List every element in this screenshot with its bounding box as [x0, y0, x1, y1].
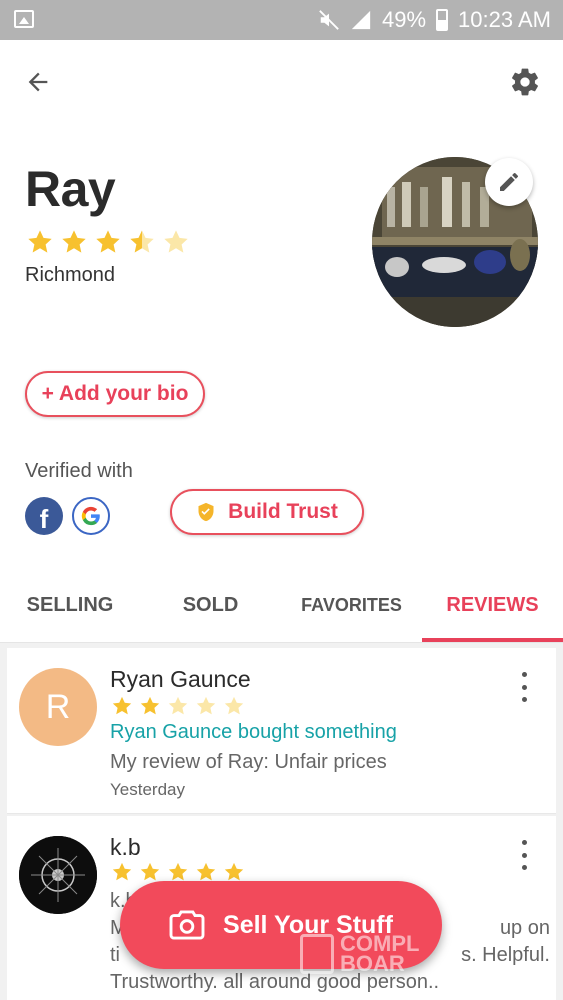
image-notification-icon [14, 10, 34, 28]
build-trust-label: Build Trust [228, 500, 338, 523]
review-menu-button[interactable] [512, 672, 536, 702]
profile-name: Ray [25, 161, 116, 217]
build-trust-button[interactable]: Build Trust [170, 489, 364, 535]
reviewer-avatar[interactable]: R [19, 668, 97, 746]
watermark-line: BOAR [340, 951, 405, 976]
review-date: Yesterday [110, 780, 185, 799]
watermark-logo-icon [300, 934, 334, 974]
tab-sold[interactable]: SOLD [140, 567, 281, 643]
mute-icon [319, 10, 339, 30]
status-bar: 49% 10:23 AM [0, 0, 563, 40]
star-full-icon [196, 862, 216, 881]
settings-button[interactable] [505, 62, 545, 102]
battery-icon [436, 9, 449, 31]
star-empty-icon [224, 696, 244, 715]
add-bio-button[interactable]: + Add your bio [25, 371, 205, 417]
more-vert-icon [521, 672, 527, 677]
tab-selected-indicator [422, 638, 563, 642]
star-full-icon [140, 862, 160, 881]
verified-label: Verified with [25, 460, 133, 482]
google-icon [72, 497, 110, 535]
watermark: COMPL BOAR [300, 933, 419, 976]
camera-icon [169, 910, 205, 940]
gear-icon [512, 68, 538, 96]
review-menu-button[interactable] [512, 840, 536, 870]
tab-selling[interactable]: SELLING [0, 567, 140, 643]
review-text: My review of Ray: Unfair prices [110, 751, 387, 773]
profile-location: Richmond [25, 264, 116, 286]
reviewer-avatar[interactable] [19, 836, 97, 914]
avatar-emblem [19, 836, 97, 914]
signal-icon [351, 10, 371, 30]
profile-rating [25, 228, 191, 256]
review-card: R Ryan Gaunce Ryan Gaunce bought somethi… [7, 648, 556, 814]
arrow-back-icon [28, 72, 48, 92]
edit-avatar-button[interactable] [485, 158, 533, 206]
reviewer-name[interactable]: k.b [110, 834, 141, 861]
facebook-icon: f [25, 497, 63, 535]
tab-favorites[interactable]: FAVORITES [281, 567, 422, 643]
star-full-icon [96, 230, 120, 253]
tab-reviews[interactable]: REVIEWS [422, 567, 563, 643]
star-full-icon [168, 862, 188, 881]
star-empty-icon [196, 696, 216, 715]
back-button[interactable] [18, 62, 58, 102]
review-rating [110, 861, 246, 883]
star-empty-icon [164, 230, 188, 253]
status-bar-right: 49% 10:23 AM [318, 6, 551, 34]
pencil-icon [500, 172, 518, 191]
battery-percent: 49% [382, 7, 427, 32]
star-full-icon [112, 862, 132, 881]
review-rating [110, 695, 246, 717]
clock: 10:23 AM [458, 7, 551, 32]
star-full-icon [140, 696, 160, 715]
star-full-icon [62, 230, 86, 253]
profile-tabs: SELLING SOLD FAVORITES REVIEWS [0, 567, 563, 643]
star-full-icon [28, 230, 52, 253]
star-empty-icon [168, 696, 188, 715]
star-half-icon [130, 230, 154, 253]
reviewer-name[interactable]: Ryan Gaunce [110, 666, 251, 693]
app-toolbar [0, 40, 563, 126]
review-transaction-link[interactable]: Ryan Gaunce bought something [110, 721, 397, 744]
more-vert-icon [521, 840, 527, 845]
star-full-icon [224, 862, 244, 881]
star-full-icon [112, 696, 132, 715]
shield-check-icon [198, 502, 214, 522]
